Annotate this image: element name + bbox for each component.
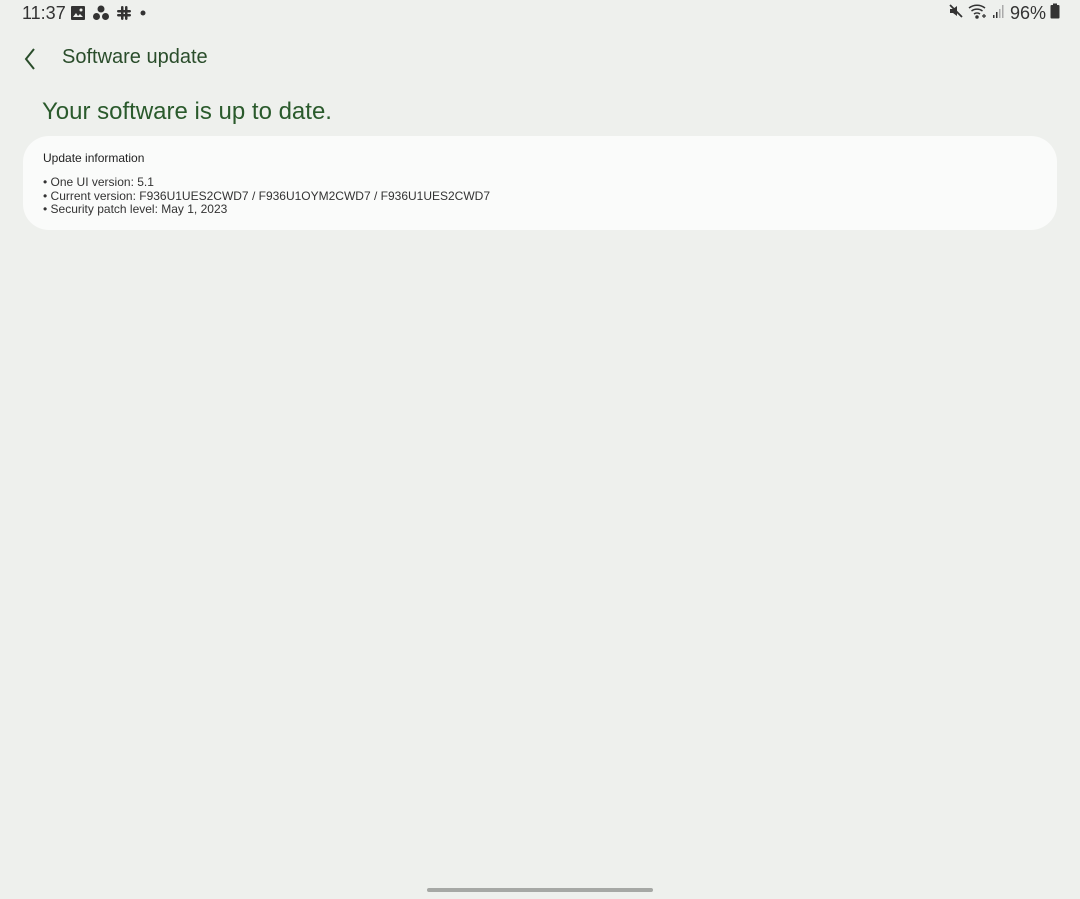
- battery-icon: [1050, 3, 1060, 24]
- battery-percent: 96%: [1009, 3, 1046, 23]
- security-patch-level: • Security patch level: May 1, 2023: [43, 202, 228, 216]
- dots-cluster-icon: [92, 5, 110, 21]
- signal-icon: [992, 3, 1006, 24]
- slack-icon: [116, 5, 132, 21]
- update-status-headline: Your software is up to date.: [42, 98, 332, 125]
- current-version: • Current version: F936U1UES2CWD7 / F936…: [43, 188, 491, 203]
- chevron-left-icon: [24, 48, 35, 70]
- update-info-list: • One UI version: 5.1 • Current version:…: [43, 175, 491, 217]
- update-info-card: Update information • One UI version: 5.1…: [23, 136, 1057, 230]
- gallery-icon: [70, 5, 86, 21]
- back-button[interactable]: [18, 46, 44, 72]
- more-notifications-dot-icon: [138, 5, 148, 21]
- mute-icon: [948, 3, 964, 24]
- wifi-icon: [968, 3, 988, 24]
- one-ui-version: • One UI version: 5.1: [43, 175, 154, 189]
- gesture-nav-handle[interactable]: [427, 888, 653, 892]
- status-bar: 11:37 96%: [0, 0, 1080, 28]
- page-title: Software update: [62, 46, 208, 68]
- status-time: 11:37: [22, 3, 66, 23]
- app-bar: Software update: [0, 40, 1080, 80]
- update-info-title: Update information: [43, 151, 145, 165]
